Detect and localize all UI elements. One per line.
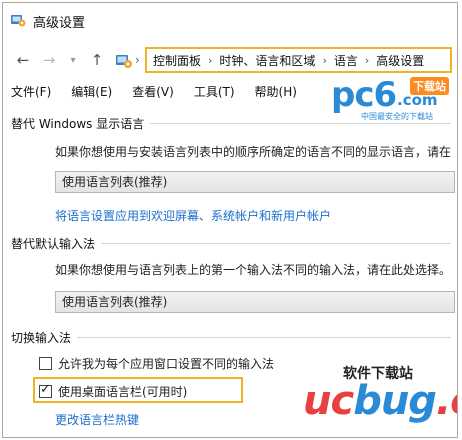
recent-locations-chevron-icon[interactable]: ▾ xyxy=(65,52,81,68)
per-app-input-option[interactable]: 允许我为每个应用窗口设置不同的输入法 xyxy=(39,355,274,372)
display-language-select[interactable]: 使用语言列表(推荐) xyxy=(55,171,455,193)
group-title: 替代 Windows 显示语言 xyxy=(11,117,145,131)
per-app-input-checkbox[interactable] xyxy=(39,357,52,370)
breadcrumb-item-language[interactable]: 语言 xyxy=(334,52,358,69)
advanced-settings-window: 高级设置 ← → ▾ ↑ › 控制面板 › 时钟、语言和区域 › 语言 › 高级… xyxy=(2,2,458,438)
group-header: 替代默认输入法 xyxy=(11,235,451,252)
up-arrow-icon[interactable]: ↑ xyxy=(89,51,105,69)
breadcrumb-item-clock-language-region[interactable]: 时钟、语言和区域 xyxy=(219,52,315,69)
ucbug-logo-text: ucbug.cc xyxy=(303,378,457,424)
breadcrumb-item-control-panel[interactable]: 控制面板 xyxy=(153,52,201,69)
desktop-language-bar-checkbox[interactable] xyxy=(39,382,52,398)
default-input-description: 如果你想使用与语言列表上的第一个输入法不同的输入法，请在此处选择。 xyxy=(55,263,452,277)
group-title: 替代默认输入法 xyxy=(11,237,96,251)
breadcrumb-separator-icon[interactable]: › xyxy=(322,54,326,67)
menu-file[interactable]: 文件(F) xyxy=(11,83,51,103)
menu-view[interactable]: 查看(V) xyxy=(132,83,174,103)
group-header: 切换输入法 xyxy=(11,329,451,346)
display-language-description: 如果你想使用与安装语言列表中的顺序所确定的语言不同的显示语言，请在 xyxy=(55,145,452,159)
menu-help[interactable]: 帮助(H) xyxy=(255,83,297,103)
per-app-input-label: 允许我为每个应用窗口设置不同的输入法 xyxy=(58,357,275,371)
group-title: 切换输入法 xyxy=(11,331,72,345)
change-language-bar-hotkeys-link[interactable]: 更改语言栏热键 xyxy=(55,411,139,428)
desktop-language-bar-option[interactable]: 使用桌面语言栏(可用时) xyxy=(39,382,188,400)
title-bar: 高级设置 xyxy=(3,3,457,37)
desktop-language-bar-label: 使用桌面语言栏(可用时) xyxy=(58,385,188,399)
apply-language-settings-link[interactable]: 将语言设置应用到欢迎屏幕、系统帐户和新用户帐户 xyxy=(55,207,331,224)
breadcrumb-separator-icon[interactable]: › xyxy=(208,54,212,67)
group-header: 替代 Windows 显示语言 xyxy=(11,115,451,132)
control-panel-icon xyxy=(11,15,26,27)
navigation-bar: ← → ▾ ↑ › 控制面板 › 时钟、语言和区域 › 语言 › 高级设置 xyxy=(3,45,457,75)
window-title: 高级设置 xyxy=(33,16,86,31)
divider xyxy=(101,243,451,244)
divider xyxy=(77,337,451,338)
menu-tools[interactable]: 工具(T) xyxy=(194,83,235,103)
divider xyxy=(150,123,451,124)
breadcrumb-item-advanced-settings[interactable]: 高级设置 xyxy=(376,52,424,69)
pc6-download-badge: 下载站 xyxy=(410,77,449,95)
forward-arrow-icon[interactable]: → xyxy=(41,51,57,69)
menu-edit[interactable]: 编辑(E) xyxy=(71,83,112,103)
pc6-logo-text: pc6 xyxy=(331,75,397,115)
ucbug-watermark-logo: 软件下载站 ucbug.cc xyxy=(303,363,457,437)
breadcrumb-separator-icon[interactable]: › xyxy=(135,53,140,67)
back-arrow-icon[interactable]: ← xyxy=(15,51,31,69)
default-input-select[interactable]: 使用语言列表(推荐) xyxy=(55,291,455,313)
control-panel-icon xyxy=(116,55,132,68)
breadcrumb-separator-icon[interactable]: › xyxy=(365,54,369,67)
breadcrumb[interactable]: 控制面板 › 时钟、语言和区域 › 语言 › 高级设置 xyxy=(145,47,452,73)
